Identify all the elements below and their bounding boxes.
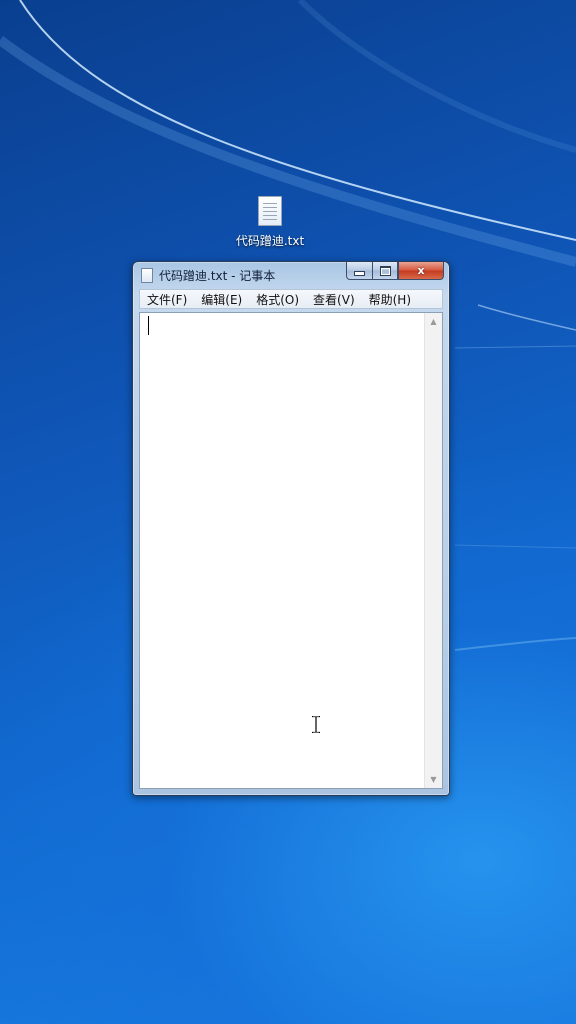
menu-edit[interactable]: 编辑(E) [194,291,249,308]
vertical-scrollbar[interactable]: ▲ ▼ [424,313,442,788]
editor-content[interactable] [140,313,425,788]
caption-buttons: x [346,262,444,280]
menu-help[interactable]: 帮助(H) [362,291,418,308]
text-editor[interactable]: ▲ ▼ [139,312,443,789]
menu-view[interactable]: 查看(V) [306,291,362,308]
window-title: 代码蹭迪.txt - 记事本 [159,269,276,283]
desktop-background: 代码蹭迪.txt 代码蹭迪.txt - 记事本 x 文件(F) 编辑(E) 格式… [0,0,576,1024]
text-caret [148,316,149,335]
menu-format[interactable]: 格式(O) [249,291,306,308]
text-file-icon [258,196,282,226]
close-button[interactable]: x [398,262,444,280]
minimize-button[interactable] [346,262,372,280]
maximize-icon [379,265,391,276]
desktop-file-label: 代码蹭迪.txt [235,234,305,248]
close-icon: x [417,264,425,277]
scroll-up-icon[interactable]: ▲ [425,313,442,330]
menu-file[interactable]: 文件(F) [140,291,194,308]
minimize-icon [354,271,365,276]
notepad-icon[interactable] [141,268,153,283]
desktop-file-shortcut[interactable]: 代码蹭迪.txt [225,196,315,249]
notepad-window: 代码蹭迪.txt - 记事本 x 文件(F) 编辑(E) 格式(O) 查看(V)… [132,261,450,796]
title-bar[interactable]: 代码蹭迪.txt - 记事本 x [133,262,449,288]
maximize-button[interactable] [372,262,398,280]
menu-bar: 文件(F) 编辑(E) 格式(O) 查看(V) 帮助(H) [139,289,443,309]
scroll-down-icon[interactable]: ▼ [425,771,442,788]
ibeam-cursor-icon [312,716,320,733]
